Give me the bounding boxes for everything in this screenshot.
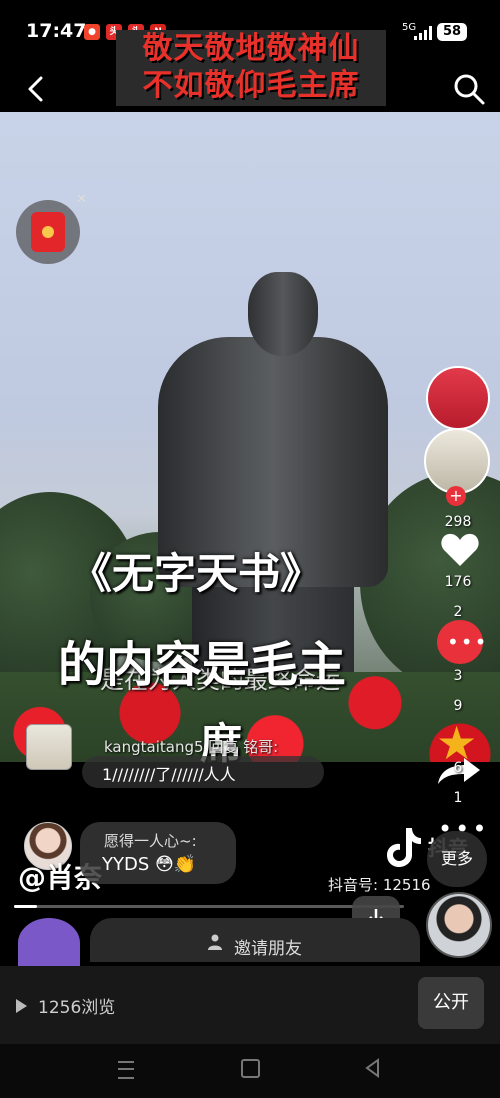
back-arrow-icon[interactable] (22, 74, 52, 104)
star-count: 6 (453, 760, 463, 776)
red-envelope-icon (31, 212, 65, 252)
count-label: 9 (453, 698, 463, 714)
comment-thumbnail (26, 724, 72, 770)
view-count: 1256浏览 (38, 998, 116, 1018)
comment-dots-icon: ••• (447, 630, 489, 654)
red-envelope-button[interactable] (16, 200, 80, 264)
friend-avatar[interactable] (426, 892, 492, 958)
progress-fill (14, 905, 38, 908)
video-banner: 敬天敬地敬神仙 不如敬仰毛主席 (116, 30, 386, 106)
statue-head (248, 272, 318, 356)
close-icon[interactable]: ✕ (76, 192, 87, 207)
follow-plus-icon[interactable]: + (446, 486, 466, 506)
search-icon[interactable] (452, 72, 486, 106)
video-progress-bar[interactable] (14, 905, 404, 908)
like-count: 298 (444, 514, 472, 530)
play-icon (16, 999, 27, 1013)
video-caption-line2: 的内容是毛主 (58, 637, 347, 693)
person-icon (208, 934, 222, 950)
envelope-seal (42, 226, 54, 238)
like-count-secondary: 176 (444, 574, 472, 590)
comment-user: kangtaitang5 回复 铭哥: (104, 738, 279, 756)
back-icon[interactable] (364, 1058, 380, 1078)
message-user: 愿得一人心~: (104, 832, 197, 850)
signal-icon (414, 26, 432, 40)
book-avatar[interactable] (424, 428, 490, 494)
more-button[interactable]: 更多 (427, 831, 487, 887)
app-notification-icon: ● (84, 24, 100, 40)
banner-line-1: 敬天敬地敬神仙 (142, 31, 360, 66)
status-time: 17:47 (26, 20, 87, 42)
invite-label: 邀请朋友 (234, 939, 302, 959)
comment-count: 3 (453, 668, 463, 684)
count-label: 2 (453, 604, 463, 620)
creator-avatar[interactable] (426, 366, 490, 430)
banner-line-2: 不如敬仰毛主席 (142, 68, 360, 103)
share-count: 1 (453, 790, 463, 806)
comment-text: 1////////了//////人人 (102, 765, 236, 784)
home-icon[interactable] (241, 1059, 260, 1078)
invite-friends-button[interactable]: 邀请朋友 (90, 918, 420, 962)
video-title-text: 《无字天书》 (70, 549, 323, 598)
battery-indicator: 58 (437, 23, 467, 41)
like-heart-icon[interactable] (440, 532, 480, 568)
tiktok-logo-icon (387, 828, 421, 867)
recent-apps-icon[interactable] (118, 1061, 134, 1079)
message-bubble[interactable]: 愿得一人心~: YYDS 😳👏 (80, 822, 236, 884)
douyin-id: 抖音号: 12516 (328, 876, 431, 894)
friend-avatar-left[interactable] (18, 918, 80, 968)
comment-bubble[interactable]: 1////////了//////人人 (82, 756, 324, 788)
public-button[interactable]: 公开 (418, 977, 484, 1029)
message-body: YYDS 😳👏 (102, 854, 197, 875)
comment-button[interactable]: ••• (437, 620, 486, 664)
bottom-sheet: 1256浏览 公开 (0, 966, 500, 1044)
system-nav-bar (0, 1044, 500, 1098)
